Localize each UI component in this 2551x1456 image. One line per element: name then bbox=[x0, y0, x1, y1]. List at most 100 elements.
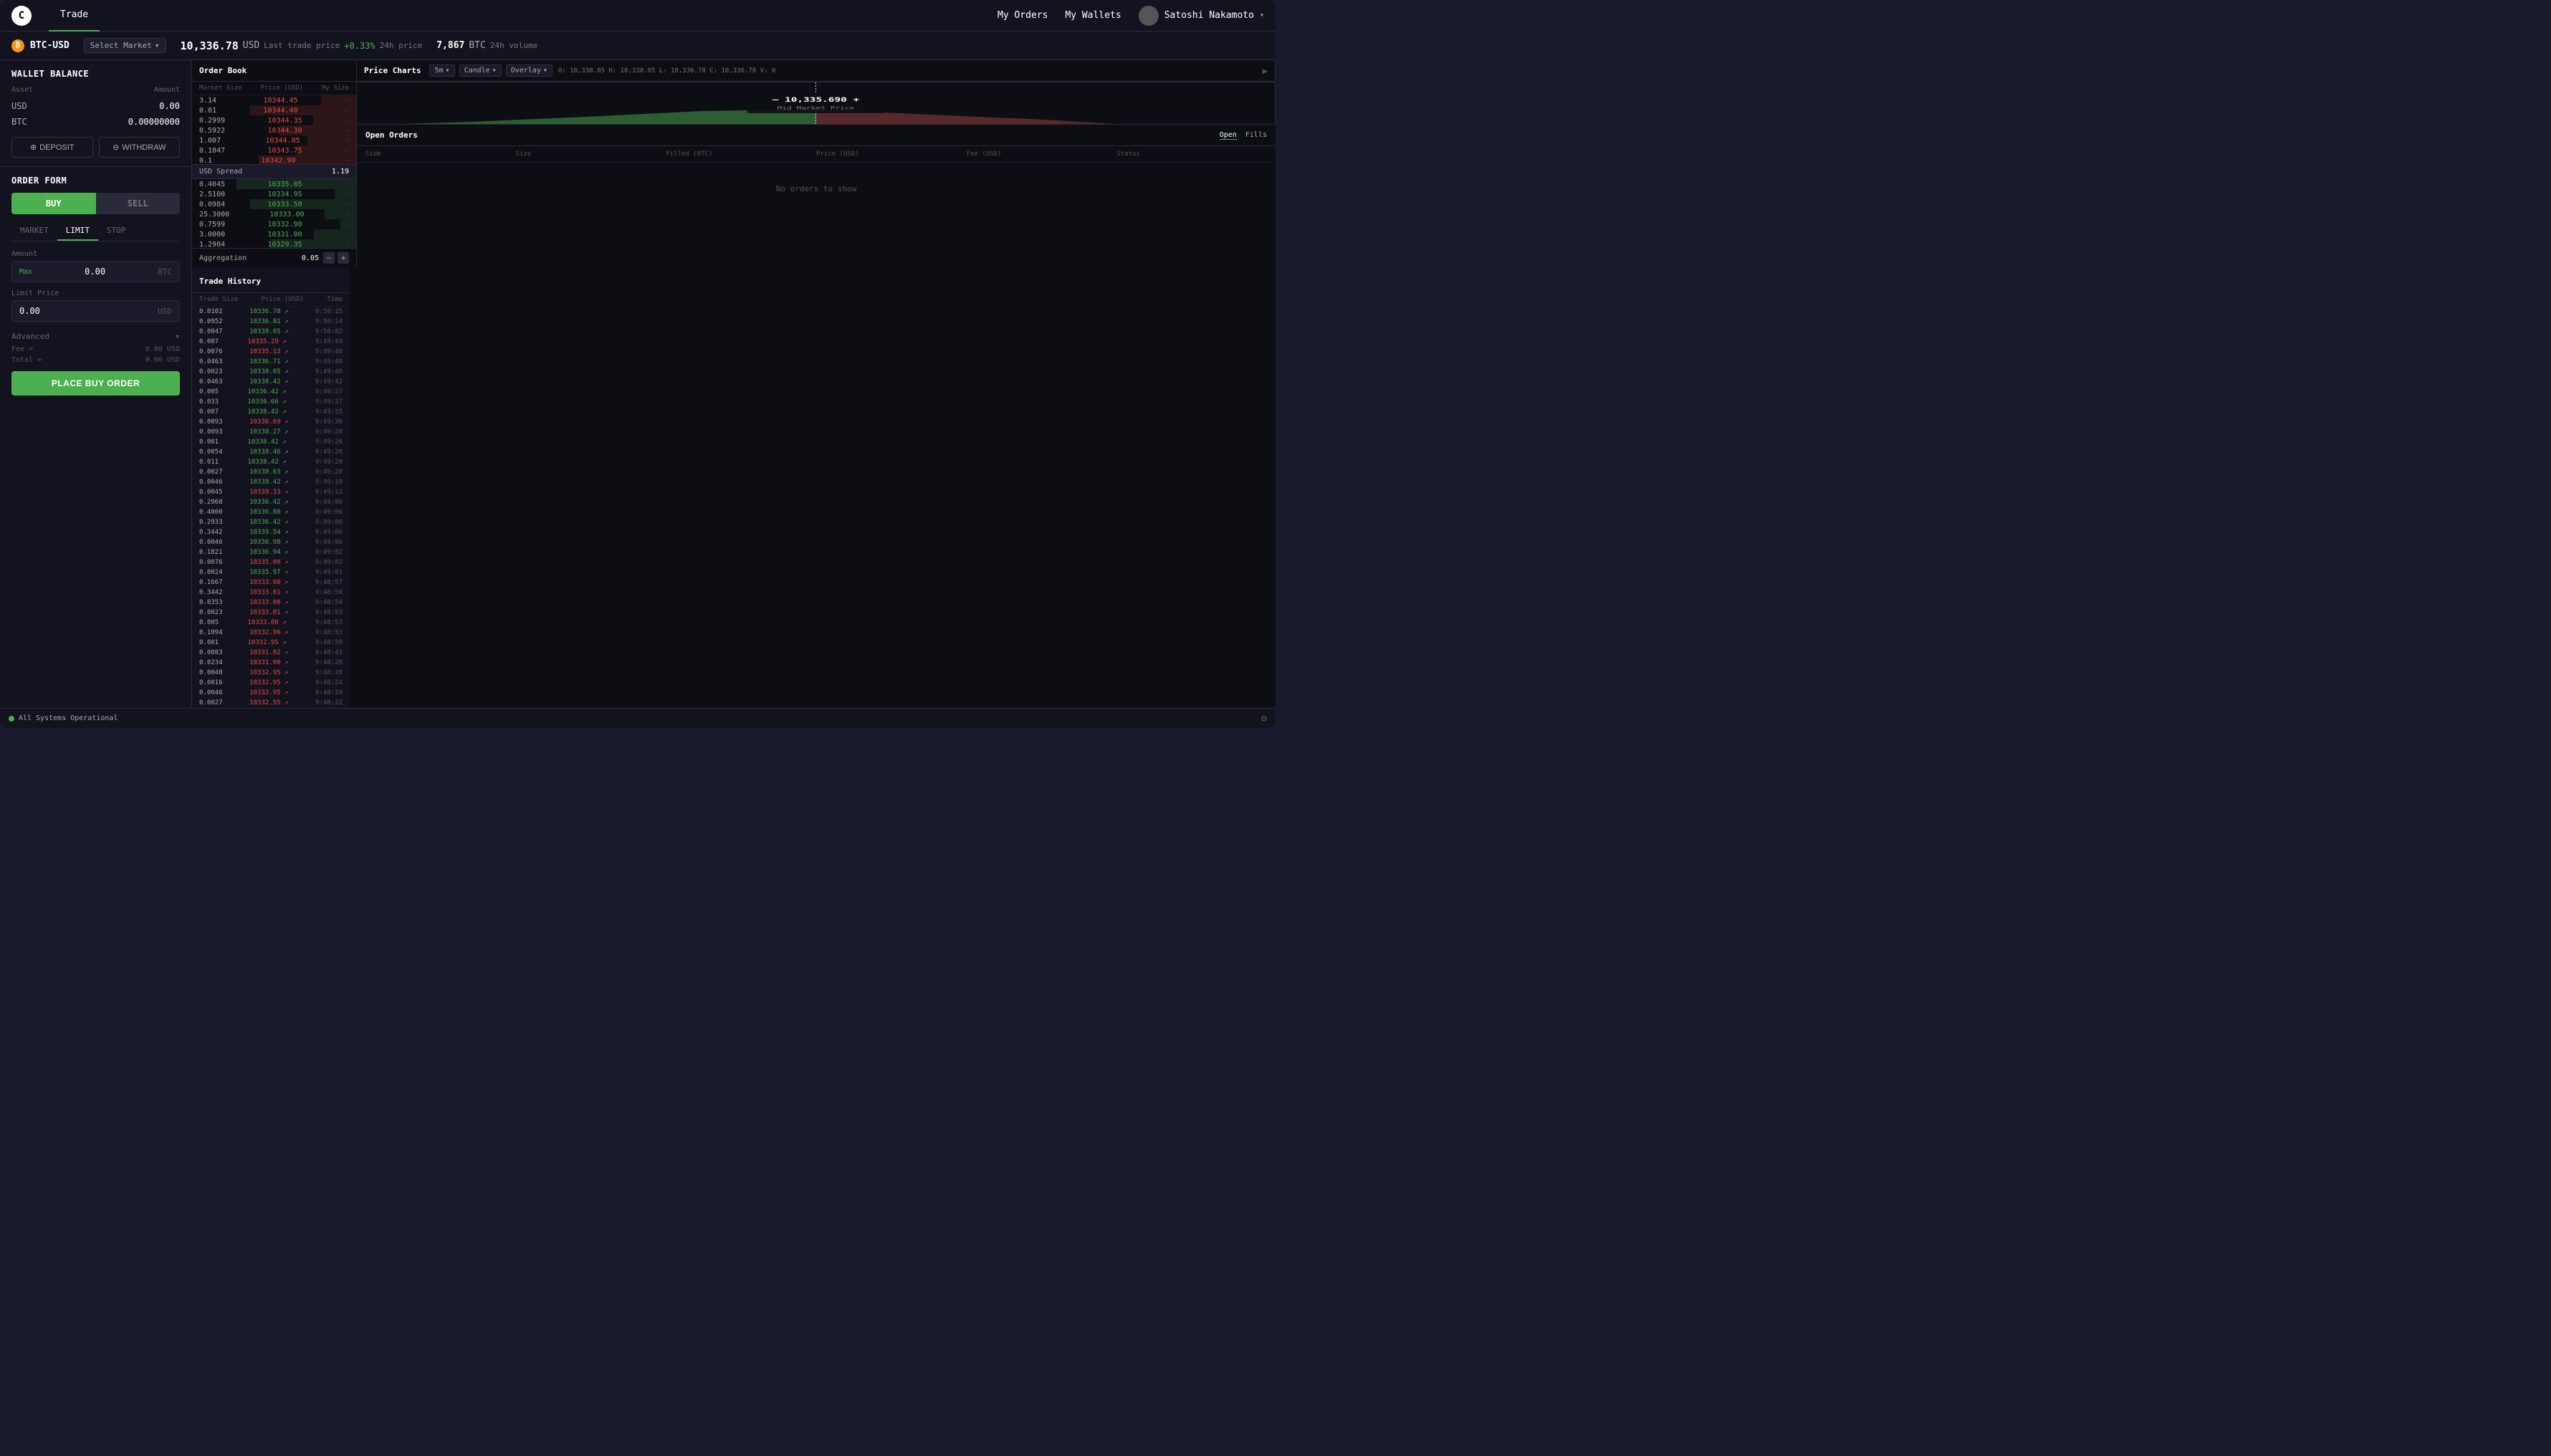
app-logo[interactable]: C bbox=[11, 6, 32, 26]
limit-price-input[interactable]: 0.00 USD bbox=[11, 300, 180, 322]
spread-value: 1.19 bbox=[332, 168, 349, 176]
th-row: 0.0027 10338.63 ↗ 9:49:20 bbox=[192, 467, 350, 477]
center-panel: Order Book Market Size Price (USD) My Si… bbox=[192, 60, 1276, 708]
price-label: Last trade price bbox=[264, 41, 340, 50]
asset-col-header: Asset bbox=[11, 86, 33, 94]
settings-icon[interactable]: ⚙ bbox=[1261, 713, 1267, 724]
ob-buy-row[interactable]: 1.2904 10329.35 - bbox=[192, 239, 356, 248]
ob-sell-row[interactable]: 0.01 10344.40 - bbox=[192, 105, 356, 115]
ob-buy-row[interactable]: 2.5100 10334.95 - bbox=[192, 189, 356, 199]
select-market-btn[interactable]: Select Market ▾ bbox=[84, 38, 166, 53]
th-row: 0.0046 10339.42 ↗ 9:49:19 bbox=[192, 477, 350, 487]
nav-my-orders[interactable]: My Orders bbox=[997, 10, 1048, 21]
nav-tab-trade[interactable]: Trade bbox=[49, 0, 100, 32]
ob-sell-row[interactable]: 0.1 10342.90 - bbox=[192, 155, 356, 164]
limit-price-label: Limit Price bbox=[11, 289, 180, 297]
th-row: 0.0046 10332.95 ↗ 9:48:24 bbox=[192, 688, 350, 698]
agg-label: Aggregation bbox=[199, 254, 247, 262]
th-row: 0.0024 10335.97 ↗ 9:49:01 bbox=[192, 567, 350, 578]
wallet-section: Wallet Balance Asset Amount USD 0.00 BTC… bbox=[0, 60, 191, 167]
buy-sell-tabs: BUY SELL bbox=[11, 193, 180, 214]
nav-right: My Orders My Wallets Satoshi Nakamoto ▾ bbox=[997, 6, 1264, 26]
th-row: 0.0076 10335.13 ↗ 9:49:48 bbox=[192, 347, 350, 357]
th-header: Trade History bbox=[192, 267, 350, 293]
status-dot bbox=[9, 716, 14, 722]
th-row: 0.1094 10332.96 ↗ 9:48:53 bbox=[192, 628, 350, 638]
minus-icon: ⊖ bbox=[113, 143, 119, 152]
amount-group: Amount Max 0.00 BTC bbox=[11, 250, 180, 282]
ob-sell-rows: 3.14 10344.45 - 0.01 10344.40 - 0.2999 1… bbox=[192, 95, 356, 164]
vol-label: 24h volume bbox=[490, 41, 537, 50]
order-type-tabs: MARKET LIMIT STOP bbox=[11, 221, 180, 241]
center-content: Order Book Market Size Price (USD) My Si… bbox=[192, 60, 1276, 267]
buy-tab[interactable]: BUY bbox=[11, 193, 96, 214]
th-row: 0.0023 10333.01 ↗ 9:48:53 bbox=[192, 608, 350, 618]
withdraw-button[interactable]: ⊖ WITHDRAW bbox=[99, 137, 181, 158]
th-row: 0.2933 10336.42 ↗ 9:49:06 bbox=[192, 517, 350, 527]
chevron-down-icon: ▾ bbox=[175, 332, 180, 341]
user-section[interactable]: Satoshi Nakamoto ▾ bbox=[1139, 6, 1264, 26]
chart-type-select[interactable]: Candle▾ bbox=[459, 64, 502, 77]
oo-title: Open Orders bbox=[365, 130, 418, 140]
th-row: 0.0083 10331.02 ↗ 9:48:43 bbox=[192, 648, 350, 658]
stop-tab[interactable]: STOP bbox=[98, 221, 135, 241]
ob-buy-row[interactable]: 25.3000 10333.00 - bbox=[192, 209, 356, 219]
overlay-select[interactable]: Overlay▾ bbox=[506, 64, 552, 77]
filled-col: Filled (BTC) bbox=[666, 150, 816, 158]
nav-my-wallets[interactable]: My Wallets bbox=[1065, 10, 1121, 21]
chart-header: Price Charts 5m▾ Candle▾ Overlay▾ bbox=[357, 60, 1275, 82]
total-row: Total ≈ 0.00 USD bbox=[11, 355, 180, 365]
market-tab[interactable]: MARKET bbox=[11, 221, 57, 241]
btc-label: BTC bbox=[11, 117, 27, 127]
app-wrapper: C Trade My Orders My Wallets Satoshi Nak… bbox=[0, 0, 1276, 728]
max-label[interactable]: Max bbox=[19, 268, 32, 276]
fills-tab[interactable]: Fills bbox=[1245, 131, 1267, 140]
th-row: 0.007 10338.42 ↗ 9:45:35 bbox=[192, 407, 350, 417]
status-indicator: All Systems Operational bbox=[9, 714, 118, 722]
size-col: Size bbox=[516, 150, 666, 158]
last-price: 10,336.78 bbox=[181, 39, 239, 52]
open-orders-section: Open Orders Open Fills Side Size Filled … bbox=[357, 124, 1276, 267]
th-row: 0.0234 10331.00 ↗ 9:48:28 bbox=[192, 658, 350, 668]
oo-empty: No orders to show bbox=[357, 163, 1276, 215]
advanced-toggle[interactable]: Advanced ▾ bbox=[11, 329, 180, 344]
ob-buy-row[interactable]: 0.0984 10333.50 - bbox=[192, 199, 356, 209]
price-col: Price (USD) bbox=[816, 150, 967, 158]
th-row: 0.001 10332.95 ↗ 9:48:50 bbox=[192, 638, 350, 648]
volume-number: 7,867 bbox=[436, 40, 464, 51]
th-row: 0.1667 10333.60 ↗ 9:48:57 bbox=[192, 578, 350, 588]
open-tab[interactable]: Open bbox=[1220, 131, 1237, 140]
timeframe-select[interactable]: 5m▾ bbox=[429, 64, 454, 77]
expand-icon[interactable]: ▶ bbox=[1263, 66, 1268, 76]
th-row: 0.0463 10336.71 ↗ 9:49:48 bbox=[192, 357, 350, 367]
ob-buy-row[interactable]: 0.7599 10332.90 - bbox=[192, 219, 356, 229]
ob-buy-row[interactable]: 0.4045 10335.05 - bbox=[192, 179, 356, 189]
limit-tab[interactable]: LIMIT bbox=[57, 221, 98, 241]
sell-tab[interactable]: SELL bbox=[96, 193, 181, 214]
amount-currency: BTC bbox=[158, 267, 172, 277]
agg-increase-btn[interactable]: + bbox=[338, 252, 349, 264]
ob-buy-row[interactable]: 3.0000 10331.00 - bbox=[192, 229, 356, 239]
ob-sell-row[interactable]: 0.5922 10344.30 - bbox=[192, 125, 356, 135]
left-panel: Wallet Balance Asset Amount USD 0.00 BTC… bbox=[0, 60, 192, 708]
amount-col-header: Amount bbox=[154, 86, 180, 94]
market-size-col: Market Size bbox=[199, 85, 242, 92]
btc-icon: ₿ bbox=[11, 39, 24, 52]
place-order-button[interactable]: PLACE BUY ORDER bbox=[11, 371, 180, 396]
ob-sell-row[interactable]: 0.2999 10344.35 - bbox=[192, 115, 356, 125]
right-panel: Trade History Trade Size Price (USD) Tim… bbox=[192, 267, 350, 708]
ob-cols: Market Size Price (USD) My Size bbox=[192, 82, 356, 95]
ob-title: Order Book bbox=[199, 66, 247, 75]
amount-value: 0.00 bbox=[85, 267, 105, 277]
agg-decrease-btn[interactable]: − bbox=[323, 252, 335, 264]
chart-title: Price Charts bbox=[364, 66, 421, 75]
ob-sell-row[interactable]: 3.14 10344.45 - bbox=[192, 95, 356, 105]
amount-input[interactable]: Max 0.00 BTC bbox=[11, 261, 180, 282]
th-row: 0.3442 10339.54 ↗ 9:49:06 bbox=[192, 527, 350, 537]
spread-row: USD Spread 1.19 bbox=[192, 164, 356, 179]
th-row: 0.0045 10339.33 ↗ 9:49:13 bbox=[192, 487, 350, 497]
deposit-button[interactable]: ⊕ DEPOSIT bbox=[11, 137, 93, 158]
ob-sell-row[interactable]: 1.007 10344.05 - bbox=[192, 135, 356, 145]
ob-sell-row[interactable]: 0.1047 10343.75 - bbox=[192, 145, 356, 155]
th-row: 0.1821 10336.94 ↗ 9:49:02 bbox=[192, 547, 350, 557]
